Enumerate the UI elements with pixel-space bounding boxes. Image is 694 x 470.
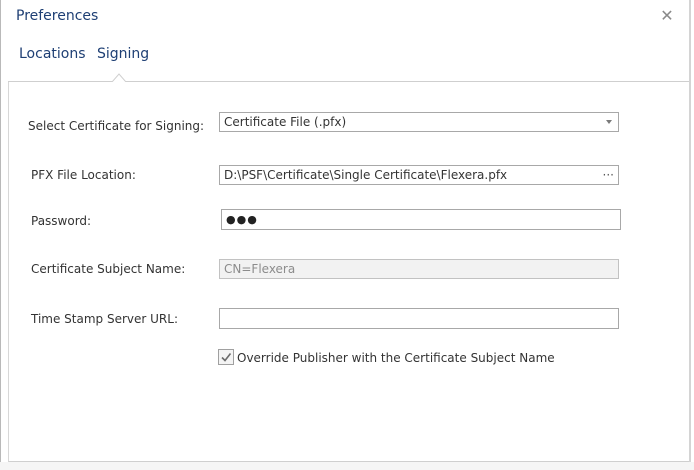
pfx-location-input[interactable]: D:\PSF\Certificate\Single Certificate\Fl… [219,165,619,185]
browse-ellipsis-icon[interactable]: ··· [603,166,614,184]
override-publisher-label[interactable]: Override Publisher with the Certificate … [237,351,555,365]
subject-name-label: Certificate Subject Name: [31,262,186,276]
chevron-down-icon [606,120,612,124]
pfx-location-label: PFX File Location: [31,168,136,182]
certificate-type-dropdown[interactable]: Certificate File (.pfx) [219,112,619,132]
password-input[interactable]: ●●● [221,209,621,230]
timestamp-url-input[interactable] [219,308,619,329]
pfx-location-value: D:\PSF\Certificate\Single Certificate\Fl… [224,168,508,182]
window-left-border [0,0,1,470]
override-publisher-checkbox[interactable] [218,349,234,365]
preferences-dialog: Preferences ✕ Locations Signing Select C… [0,0,694,470]
tab-signing[interactable]: Signing [97,46,149,62]
tab-locations[interactable]: Locations [19,46,86,62]
dialog-title: Preferences [16,8,99,24]
subject-name-value: CN=Flexera [224,262,296,276]
password-masked-value: ●●● [226,213,258,226]
checkmark-icon [221,353,232,362]
certificate-select-label: Select Certificate for Signing: [28,119,205,133]
password-label: Password: [31,214,92,228]
subject-name-input: CN=Flexera [219,259,619,279]
selected-tab-indicator [112,73,126,82]
dialog-footer-strip [0,462,694,470]
timestamp-url-label: Time Stamp Server URL: [31,312,178,326]
close-icon[interactable]: ✕ [659,8,675,24]
window-right-border [689,0,691,470]
certificate-type-value: Certificate File (.pfx) [224,115,347,129]
